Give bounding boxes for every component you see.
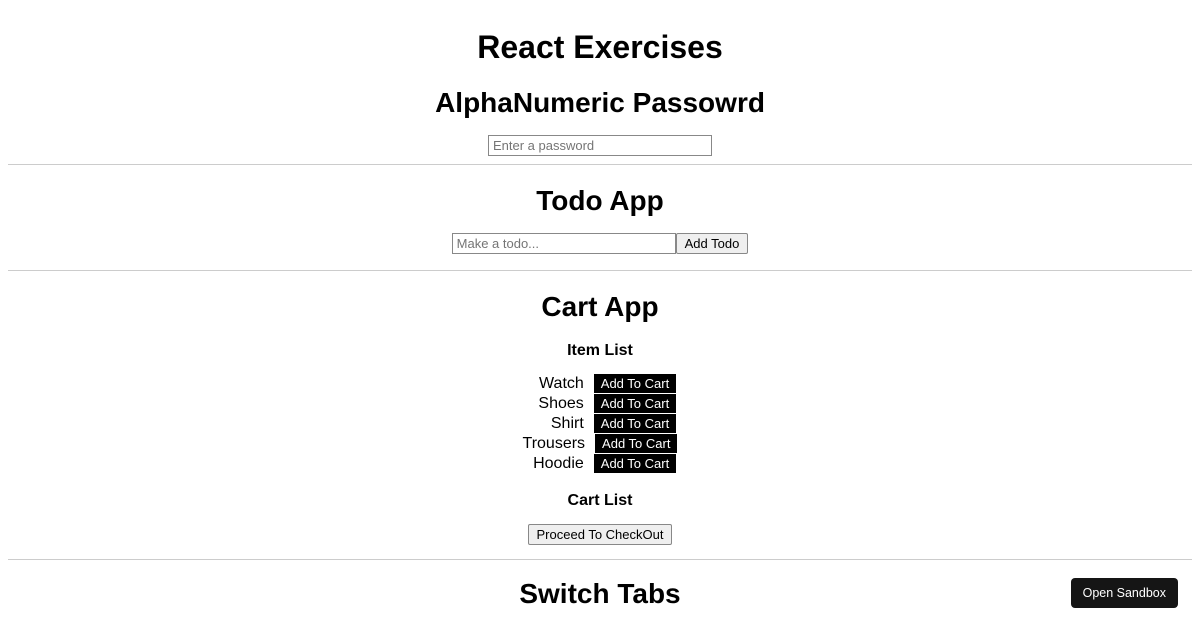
add-to-cart-button[interactable]: Add To Cart — [594, 454, 676, 473]
open-sandbox-button[interactable]: Open Sandbox — [1071, 578, 1178, 608]
cart-list-heading: Cart List — [8, 492, 1192, 510]
page-title: React Exercises — [8, 29, 1192, 66]
cart-heading: Cart App — [8, 291, 1192, 323]
item-row: Hoodie Add To Cart — [8, 454, 1192, 473]
add-todo-button[interactable]: Add Todo — [676, 233, 749, 254]
switch-tabs-heading: Switch Tabs — [8, 578, 1192, 610]
divider — [8, 559, 1192, 560]
divider — [8, 270, 1192, 271]
divider — [8, 164, 1192, 165]
password-heading: AlphaNumeric Passowrd — [8, 87, 1192, 119]
item-name: Shoes — [524, 395, 584, 413]
add-to-cart-button[interactable]: Add To Cart — [595, 434, 677, 453]
item-row: Watch Add To Cart — [8, 374, 1192, 393]
checkout-button[interactable]: Proceed To CheckOut — [528, 524, 673, 545]
item-list-heading: Item List — [8, 342, 1192, 360]
item-row: Shoes Add To Cart — [8, 394, 1192, 413]
item-name: Hoodie — [524, 455, 584, 473]
item-name: Shirt — [524, 415, 584, 433]
todo-heading: Todo App — [8, 185, 1192, 217]
item-name: Trousers — [523, 435, 586, 453]
item-row: Shirt Add To Cart — [8, 414, 1192, 433]
add-to-cart-button[interactable]: Add To Cart — [594, 414, 676, 433]
item-name: Watch — [524, 375, 584, 393]
add-to-cart-button[interactable]: Add To Cart — [594, 394, 676, 413]
password-input[interactable] — [488, 135, 712, 156]
add-to-cart-button[interactable]: Add To Cart — [594, 374, 676, 393]
todo-input[interactable] — [452, 233, 676, 254]
item-row: Trousers Add To Cart — [8, 434, 1192, 453]
